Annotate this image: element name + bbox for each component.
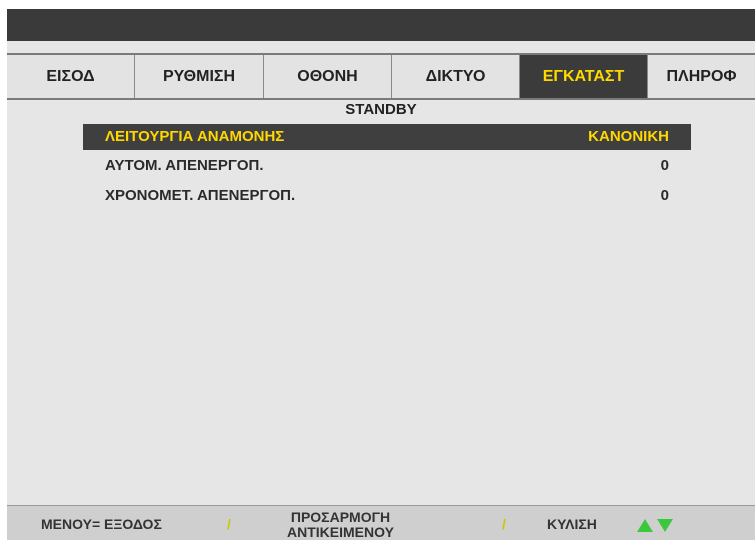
osd-title-bar <box>7 9 755 41</box>
menu-row-value: ΚΑΝΟΝΙΚΗ <box>588 128 669 145</box>
tab-input[interactable]: ΕΙΣΟΔ <box>7 55 135 98</box>
section-title: STANDBY <box>345 101 417 118</box>
arrow-down-icon <box>657 519 673 532</box>
menu-row-value: 0 <box>660 157 669 174</box>
footer-hint-bar: ΜΕΝΟΥ= ΕΞΟΔΟΣ / ΠΡΟΣΑΡΜΟΓΗ ΑΝΤΙΚΕΙΜΕΝΟΥ … <box>7 505 755 540</box>
adjust-hint-line2: ΑΝΤΙΚΕΙΜΕΝΟΥ <box>287 524 394 540</box>
adjust-hint-line1: ΠΡΟΣΑΡΜΟΓΗ <box>290 509 391 525</box>
tab-information[interactable]: ΠΛΗΡΟΦ <box>648 55 755 98</box>
adjust-item-hint: ΠΡΟΣΑΡΜΟΓΗ ΑΝΤΙΚΕΙΜΕΝΟΥ <box>287 510 394 540</box>
tab-setup[interactable]: ΡΥΘΜΙΣΗ <box>135 55 264 98</box>
menu-row-value: 0 <box>660 187 669 204</box>
osd-menu: ΕΙΣΟΔ ΡΥΘΜΙΣΗ ΟΘΟΝΗ ΔΙΚΤΥΟ ΕΓΚΑΤΑΣΤ ΠΛΗΡ… <box>7 9 755 540</box>
menu-row-sleep-timer[interactable]: ΧΡΟΝΟΜΕΤ. ΑΠΕΝΕΡΓΟΠ. 0 <box>83 183 691 209</box>
footer-separator: / <box>227 516 231 532</box>
tab-network[interactable]: ΔΙΚΤΥΟ <box>392 55 520 98</box>
tab-bar: ΕΙΣΟΔ ΡΥΘΜΙΣΗ ΟΘΟΝΗ ΔΙΚΤΥΟ ΕΓΚΑΤΑΣΤ ΠΛΗΡ… <box>7 53 755 100</box>
footer-separator: / <box>502 516 506 532</box>
scroll-hint: ΚΥΛΙΣΗ <box>547 516 597 532</box>
menu-exit-hint: ΜΕΝΟΥ= ΕΞΟΔΟΣ <box>41 516 162 532</box>
menu-row-label: ΛΕΙΤΟΥΡΓΙΑ ΑΝΑΜΟΝΗΣ <box>105 128 285 145</box>
menu-row-auto-power-off[interactable]: ΑΥΤΟΜ. ΑΠΕΝΕΡΓΟΠ. 0 <box>83 153 691 179</box>
tab-installation[interactable]: ΕΓΚΑΤΑΣΤ <box>520 55 648 98</box>
arrow-up-icon <box>637 519 653 532</box>
tab-display[interactable]: ΟΘΟΝΗ <box>264 55 392 98</box>
menu-row-label: ΑΥΤΟΜ. ΑΠΕΝΕΡΓΟΠ. <box>105 157 264 174</box>
menu-row-label: ΧΡΟΝΟΜΕΤ. ΑΠΕΝΕΡΓΟΠ. <box>105 187 296 204</box>
menu-row-standby-mode[interactable]: ΛΕΙΤΟΥΡΓΙΑ ΑΝΑΜΟΝΗΣ ΚΑΝΟΝΙΚΗ <box>83 124 691 150</box>
